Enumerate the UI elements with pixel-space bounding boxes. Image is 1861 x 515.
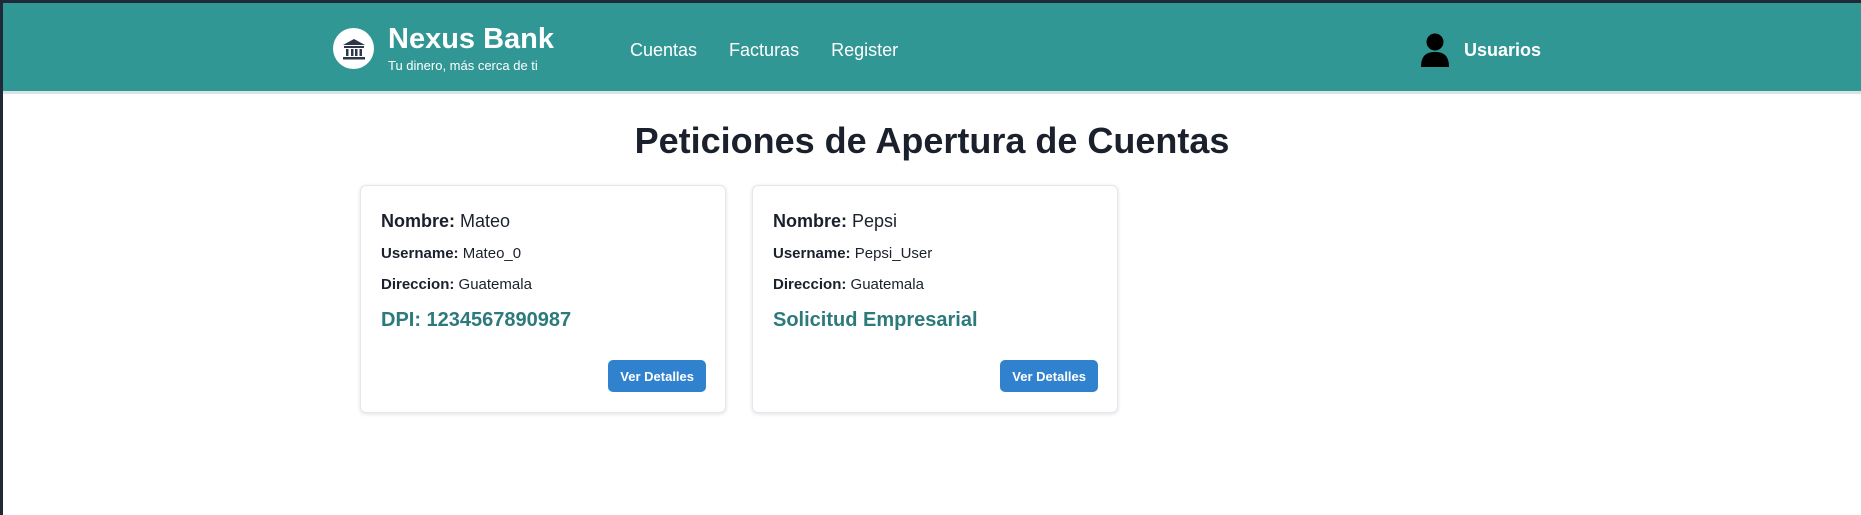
ver-detalles-button[interactable]: Ver Detalles	[1000, 360, 1098, 392]
brand[interactable]: Nexus Bank Tu dinero, más cerca de ti	[333, 22, 554, 74]
card-direccion: Direccion: Guatemala	[381, 276, 532, 293]
main-nav: Cuentas Facturas Register	[630, 39, 930, 61]
bank-building-icon	[333, 28, 374, 69]
card-username: Username: Pepsi_User	[773, 245, 933, 262]
brand-tagline: Tu dinero, más cerca de ti	[388, 58, 538, 73]
request-card: Nombre: Mateo Username: Mateo_0 Direccio…	[360, 185, 726, 413]
card-username: Username: Mateo_0	[381, 245, 522, 262]
brand-name: Nexus Bank	[388, 23, 555, 55]
card-nombre: Nombre: Mateo	[381, 211, 511, 231]
page-title: Peticiones de Apertura de Cuentas	[634, 120, 1230, 161]
nav-link-register[interactable]: Register	[831, 39, 898, 61]
request-card: Nombre: Pepsi Username: Pepsi_User Direc…	[752, 185, 1118, 413]
navbar: Nexus Bank Tu dinero, más cerca de ti Cu…	[3, 3, 1861, 94]
user-menu[interactable]: Usuarios	[1421, 33, 1541, 67]
ver-detalles-button[interactable]: Ver Detalles	[608, 360, 706, 392]
card-solicitud-tipo: Solicitud Empresarial	[773, 309, 978, 331]
user-menu-label: Usuarios	[1464, 39, 1542, 60]
request-cards: Nombre: Mateo Username: Mateo_0 Direccio…	[360, 185, 1144, 413]
card-dpi: DPI: 1234567890987	[381, 309, 572, 331]
nav-link-cuentas[interactable]: Cuentas	[630, 39, 697, 61]
card-nombre: Nombre: Pepsi	[773, 211, 898, 231]
card-direccion: Direccion: Guatemala	[773, 276, 924, 293]
nav-link-facturas[interactable]: Facturas	[729, 39, 799, 61]
user-icon	[1421, 33, 1449, 67]
